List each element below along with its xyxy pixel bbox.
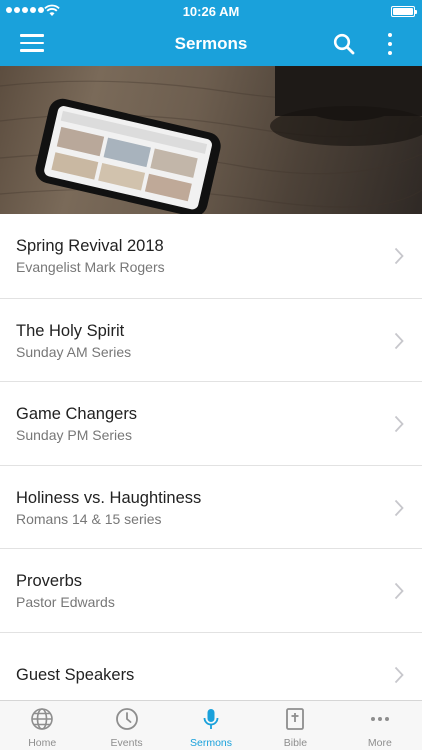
ellipsis-icon — [370, 717, 389, 721]
microphone-icon — [203, 709, 219, 729]
tab-sermons[interactable]: Sermons — [169, 701, 253, 750]
tab-label: Sermons — [190, 737, 233, 749]
chevron-right-icon — [394, 583, 404, 600]
tab-label: Bible — [283, 737, 308, 749]
sermon-series-title: The Holy Spirit — [16, 321, 125, 340]
tab-home[interactable]: Home — [0, 701, 84, 750]
sermon-series-title: Spring Revival 2018 — [16, 237, 164, 255]
list-item[interactable]: Game Changers Sunday PM Series — [0, 381, 422, 465]
sermon-list: Spring Revival 2018 Evangelist Mark Roge… — [0, 214, 422, 716]
overflow-menu-icon[interactable] — [386, 32, 394, 56]
chevron-right-icon — [394, 247, 404, 265]
sermon-series-subtitle: Pastor Edwards — [16, 594, 115, 611]
list-item[interactable]: The Holy Spirit Sunday AM Series — [0, 297, 422, 382]
header-banner-image — [0, 66, 422, 214]
clock-icon — [115, 708, 138, 730]
sermon-series-subtitle: Sunday AM Series — [16, 343, 132, 360]
battery-icon — [391, 6, 417, 17]
list-item[interactable]: Holiness vs. Haughtiness Romans 14 & 15 … — [0, 464, 422, 549]
sermon-series-subtitle: Sunday PM Series — [16, 427, 132, 444]
tab-label: Events — [110, 737, 143, 749]
chevron-right-icon — [394, 332, 404, 349]
globe-icon — [31, 708, 54, 730]
status-bar: 10:26 AM — [0, 0, 422, 22]
sermon-series-title: Holiness vs. Haughtiness — [16, 488, 202, 507]
sermon-series-title: Game Changers — [16, 405, 138, 424]
tab-label: More — [367, 737, 392, 749]
sermon-series-subtitle: Romans 14 & 15 series — [16, 510, 162, 527]
tab-more[interactable]: More — [338, 701, 422, 750]
status-time: 10:26 AM — [182, 4, 240, 19]
tab-events[interactable]: Events — [84, 701, 168, 750]
sermon-series-title: Proverbs — [16, 572, 83, 591]
chevron-right-icon — [394, 416, 404, 433]
sermon-series-subtitle: Evangelist Mark Rogers — [16, 259, 165, 275]
chevron-right-icon — [394, 499, 404, 516]
list-item[interactable]: Spring Revival 2018 Evangelist Mark Roge… — [0, 214, 422, 298]
chevron-right-icon — [394, 666, 404, 684]
list-item[interactable]: Proverbs Pastor Edwards — [0, 548, 422, 632]
search-icon[interactable] — [332, 32, 356, 56]
sermon-series-title: Guest Speakers — [16, 665, 135, 684]
navigation-bar: Sermons — [0, 22, 422, 66]
tab-bible[interactable]: Bible — [253, 701, 337, 750]
tab-bar: Home Events Sermons Bible More — [0, 700, 422, 750]
page-title: Sermons — [174, 34, 248, 53]
tab-label: Home — [28, 737, 57, 749]
bible-icon — [286, 708, 305, 730]
